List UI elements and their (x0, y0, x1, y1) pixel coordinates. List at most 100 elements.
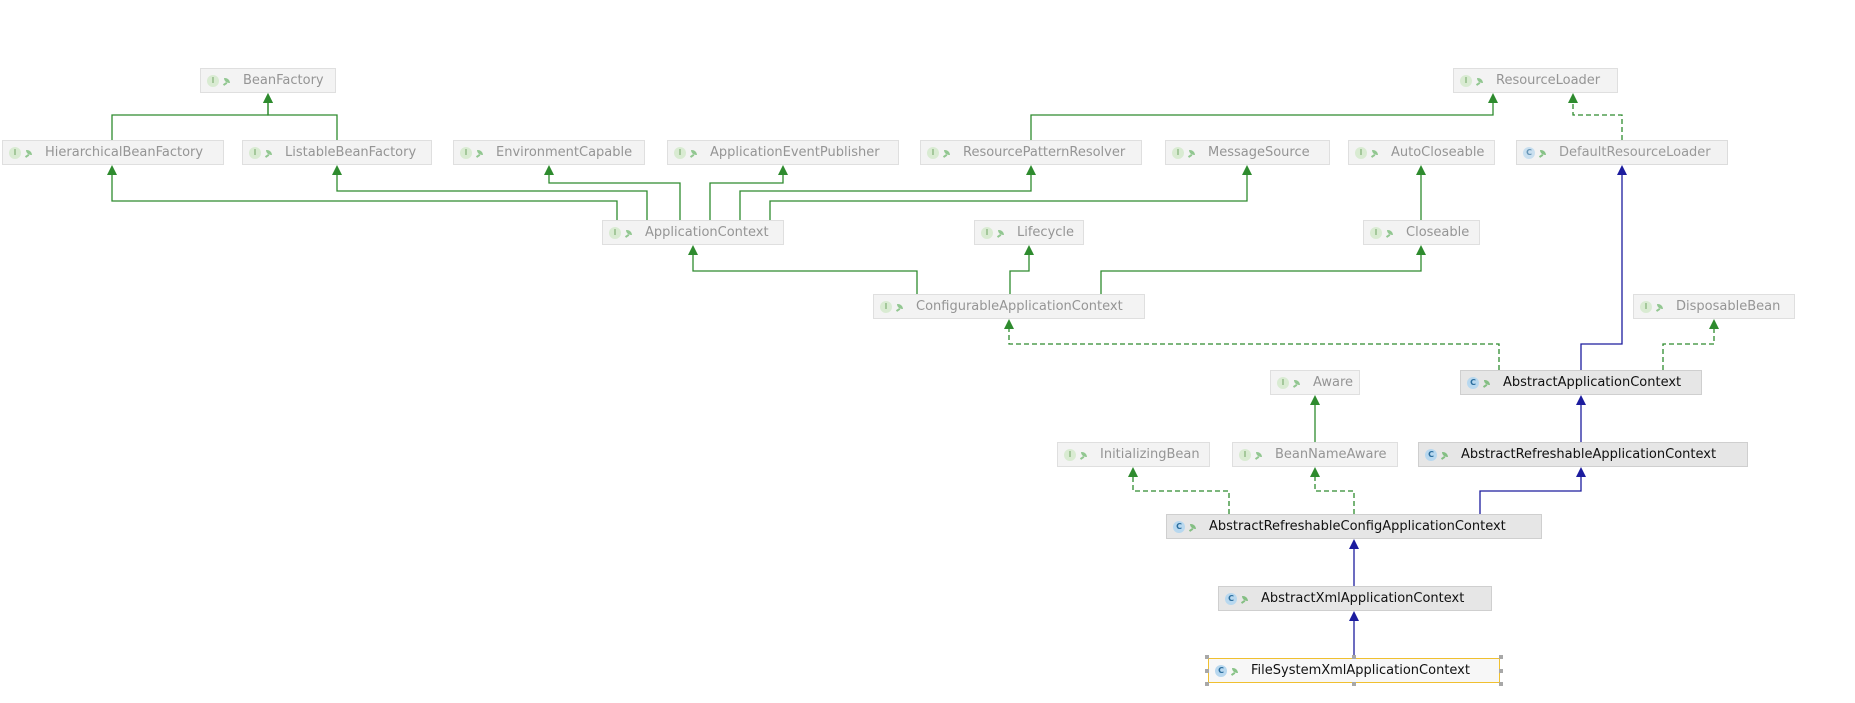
node-messagesource[interactable]: I MessageSource (1165, 140, 1330, 165)
node-disposablebean[interactable]: I DisposableBean (1633, 294, 1795, 319)
node-lifecycle[interactable]: I Lifecycle (974, 220, 1084, 245)
public-leaf-icon (265, 148, 275, 158)
node-label: Closeable (1406, 225, 1470, 240)
edge-defaultresourceloader-to-resourceloader (1568, 93, 1623, 140)
node-label: AbstractApplicationContext (1503, 375, 1682, 390)
public-leaf-icon (1080, 450, 1090, 460)
public-leaf-icon (1371, 148, 1381, 158)
arrowhead (1349, 539, 1359, 549)
public-leaf-icon (690, 148, 700, 158)
selection-handle[interactable] (1499, 655, 1503, 659)
node-resourceloader[interactable]: I ResourceLoader (1453, 68, 1618, 93)
interface-kind-icon: I (1460, 74, 1472, 87)
node-label: ResourceLoader (1496, 73, 1601, 88)
node-label: AbstractRefreshableApplicationContext (1461, 447, 1717, 462)
node-abstractapplicationcontext[interactable]: C AbstractApplicationContext (1460, 370, 1702, 395)
node-filesystemxmlapplicationcontext[interactable]: C FileSystemXmlApplicationContext (1208, 658, 1500, 683)
node-initializingbean[interactable]: I InitializingBean (1057, 442, 1210, 467)
public-leaf-icon (1483, 378, 1493, 388)
node-defaultresourceloader[interactable]: C DefaultResourceLoader (1516, 140, 1728, 165)
public-leaf-icon (1189, 522, 1199, 532)
interface-kind-icon: I (1640, 300, 1652, 313)
edge-closeable-to-autocloseable (1416, 165, 1426, 220)
public-leaf-icon (1656, 302, 1666, 312)
node-label: ApplicationEventPublisher (710, 145, 880, 160)
public-leaf-icon (1188, 148, 1198, 158)
selection-handle[interactable] (1205, 655, 1209, 659)
node-hierarchicalbeanfactory[interactable]: I HierarchicalBeanFactory (2, 140, 224, 165)
arrowhead (1004, 319, 1014, 329)
node-label: ConfigurableApplicationContext (916, 299, 1123, 314)
class-kind-icon: C (1523, 146, 1535, 159)
node-autocloseable[interactable]: I AutoCloseable (1348, 140, 1495, 165)
node-resourcepatternresolver[interactable]: I ResourcePatternResolver (920, 140, 1142, 165)
public-leaf-icon (1231, 666, 1241, 676)
node-label: Lifecycle (1017, 225, 1075, 240)
edge-resourcepatternresolver-to-resourceloader (1030, 93, 1498, 140)
node-label: BeanFactory (243, 73, 324, 88)
arrowhead (1576, 467, 1586, 477)
node-label: FileSystemXmlApplicationContext (1251, 663, 1470, 678)
node-label: ApplicationContext (645, 225, 769, 240)
edge-applicationcontext-to-environmentcapable (544, 165, 681, 220)
selection-handle[interactable] (1205, 682, 1209, 686)
arrowhead (1568, 93, 1578, 103)
node-closeable[interactable]: I Closeable (1363, 220, 1480, 245)
selection-handle[interactable] (1352, 682, 1356, 686)
node-applicationcontext[interactable]: I ApplicationContext (602, 220, 784, 245)
arrowhead (1349, 611, 1359, 621)
node-applicationeventpublisher[interactable]: I ApplicationEventPublisher (667, 140, 899, 165)
interface-kind-icon: I (207, 74, 219, 87)
edge-abstractrefreshableapplicationcontext-to-abstractapplicationcontext (1576, 395, 1586, 442)
public-leaf-icon (25, 148, 35, 158)
class-kind-icon: C (1173, 520, 1185, 533)
node-listablebeanfactory[interactable]: I ListableBeanFactory (242, 140, 432, 165)
node-beannameaware[interactable]: I BeanNameAware (1232, 442, 1398, 467)
interface-kind-icon: I (249, 146, 261, 159)
node-label: AbstractRefreshableConfigApplicationCont… (1209, 519, 1506, 534)
edge-applicationcontext-to-hierarchicalbeanfactory (107, 165, 618, 220)
edge-hierarchicalbeanfactory-to-beanfactory (111, 93, 273, 140)
public-leaf-icon (896, 302, 906, 312)
node-environmentcapable[interactable]: I EnvironmentCapable (453, 140, 645, 165)
selection-handle[interactable] (1352, 655, 1356, 659)
node-label: DefaultResourceLoader (1559, 145, 1711, 160)
node-abstractrefreshableconfigapplicationcontext[interactable]: C AbstractRefreshableConfigApplicationCon… (1166, 514, 1542, 539)
node-beanfactory[interactable]: I BeanFactory (200, 68, 336, 93)
edge-beannameaware-to-aware (1310, 395, 1320, 442)
selection-handle[interactable] (1499, 682, 1503, 686)
interface-kind-icon: I (674, 146, 686, 159)
node-label: AbstractXmlApplicationContext (1261, 591, 1465, 606)
edge-abstractxmlapplicationcontext-to-abstractrefreshableconfigapplicationcontext (1349, 539, 1359, 586)
class-kind-icon: C (1425, 448, 1437, 461)
public-leaf-icon (476, 148, 486, 158)
edge-configurableapplicationcontext-to-lifecycle (1009, 245, 1034, 294)
node-label: HierarchicalBeanFactory (45, 145, 204, 160)
edge-abstractapplicationcontext-to-defaultresourceloader (1580, 165, 1627, 370)
class-kind-icon: C (1467, 376, 1479, 389)
interface-kind-icon: I (981, 226, 993, 239)
interface-kind-icon: I (1370, 226, 1382, 239)
node-configurableapplicationcontext[interactable]: I ConfigurableApplicationContext (873, 294, 1145, 319)
class-kind-icon: C (1215, 664, 1227, 677)
interface-kind-icon: I (1277, 376, 1289, 389)
arrowhead (544, 165, 554, 175)
node-label: AutoCloseable (1391, 145, 1485, 160)
arrowhead (263, 93, 273, 103)
node-abstractrefreshableapplicationcontext[interactable]: C AbstractRefreshableApplicationContext (1418, 442, 1748, 467)
selection-handle[interactable] (1205, 668, 1209, 673)
node-abstractxmlapplicationcontext[interactable]: C AbstractXmlApplicationContext (1218, 586, 1492, 611)
public-leaf-icon (1255, 450, 1265, 460)
selection-handle[interactable] (1499, 668, 1503, 673)
public-leaf-icon (1241, 594, 1251, 604)
edge-applicationcontext-to-messagesource (769, 165, 1252, 220)
edge-listablebeanfactory-to-beanfactory (263, 93, 338, 140)
arrowhead (1026, 165, 1036, 175)
edge-configurableapplicationcontext-to-closeable (1100, 245, 1426, 294)
public-leaf-icon (1293, 378, 1303, 388)
public-leaf-icon (997, 228, 1007, 238)
interface-kind-icon: I (460, 146, 472, 159)
edge-abstractrefreshableconfigapplicationcontext-to-beannameaware (1310, 467, 1355, 514)
node-aware[interactable]: I Aware (1270, 370, 1360, 395)
interface-kind-icon: I (1239, 448, 1251, 461)
